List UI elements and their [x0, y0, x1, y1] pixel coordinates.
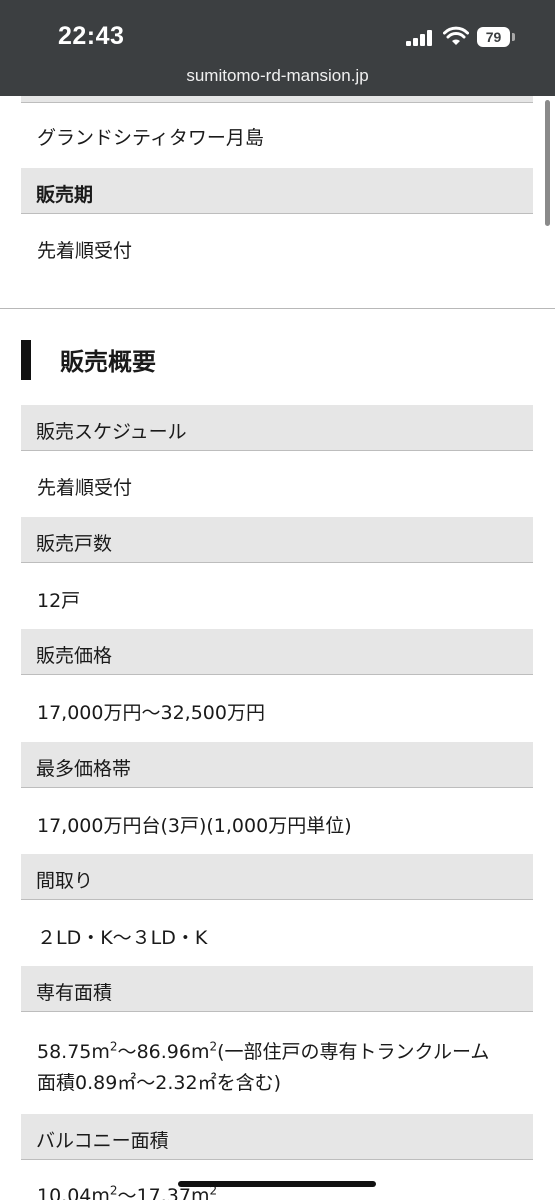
units-value: 12戸: [37, 590, 81, 612]
schedule-value: 先着順受付: [37, 477, 133, 499]
section-divider: [0, 308, 555, 309]
common-price-label: 最多価格帯: [36, 758, 132, 780]
page-content: グランドシティタワー月島 販売期 先着順受付 販売概要 販売スケジュール 先着順…: [0, 96, 555, 1200]
area-note: (一部住戸の専有トランクルーム: [217, 1041, 490, 1063]
row-header-schedule: 販売スケジュール: [21, 405, 533, 451]
row-header-units: 販売戸数: [21, 517, 533, 563]
area-from: 58.75m: [37, 1041, 110, 1063]
row-header-common-price: 最多価格帯: [21, 742, 533, 788]
battery-tip: [512, 33, 515, 41]
layout-label: 間取り: [36, 870, 94, 892]
area-value-line2: 面積0.89㎡〜2.32㎡を含む): [37, 1072, 282, 1094]
row-header-sale-period: 販売期: [21, 168, 533, 214]
sale-period-value: 先着順受付: [37, 240, 133, 262]
row-header-price: 販売価格: [21, 629, 533, 675]
address-bar-url[interactable]: sumitomo-rd-mansion.jp: [0, 66, 555, 86]
row-header-area: 専有面積: [21, 966, 533, 1012]
home-indicator[interactable]: [178, 1181, 376, 1187]
section-title: 販売概要: [60, 348, 156, 376]
price-value: 17,000万円〜32,500万円: [37, 702, 265, 724]
layout-value: ２LD・K〜３LD・K: [37, 927, 208, 949]
row-header-balcony: バルコニー面積: [21, 1114, 533, 1160]
wifi-icon: [443, 26, 469, 45]
price-label: 販売価格: [36, 645, 113, 667]
area-to: 86.96m: [136, 1041, 210, 1063]
area-label: 専有面積: [36, 982, 113, 1004]
common-price-value: 17,000万円台(3戸)(1,000万円単位): [37, 815, 352, 837]
schedule-label: 販売スケジュール: [36, 421, 187, 443]
row-header-layout: 間取り: [21, 854, 533, 900]
status-bar: 22:43 79 sumitomo-rd-mansion.jp: [0, 0, 555, 96]
area-value-line1: 58.75m2〜86.96m2(一部住戸の専有トランクルーム: [37, 1039, 490, 1063]
scrollbar[interactable]: [545, 100, 550, 226]
units-label: 販売戸数: [36, 533, 113, 555]
section-heading-bar: [21, 340, 31, 380]
status-time: 22:43: [58, 22, 125, 50]
battery-icon: 79: [477, 27, 510, 47]
table-header-partial: [21, 96, 533, 103]
balcony-label: バルコニー面積: [36, 1130, 169, 1152]
property-name-value: グランドシティタワー月島: [37, 127, 264, 149]
sale-period-label: 販売期: [36, 184, 94, 206]
cellular-signal-icon: [406, 30, 434, 46]
